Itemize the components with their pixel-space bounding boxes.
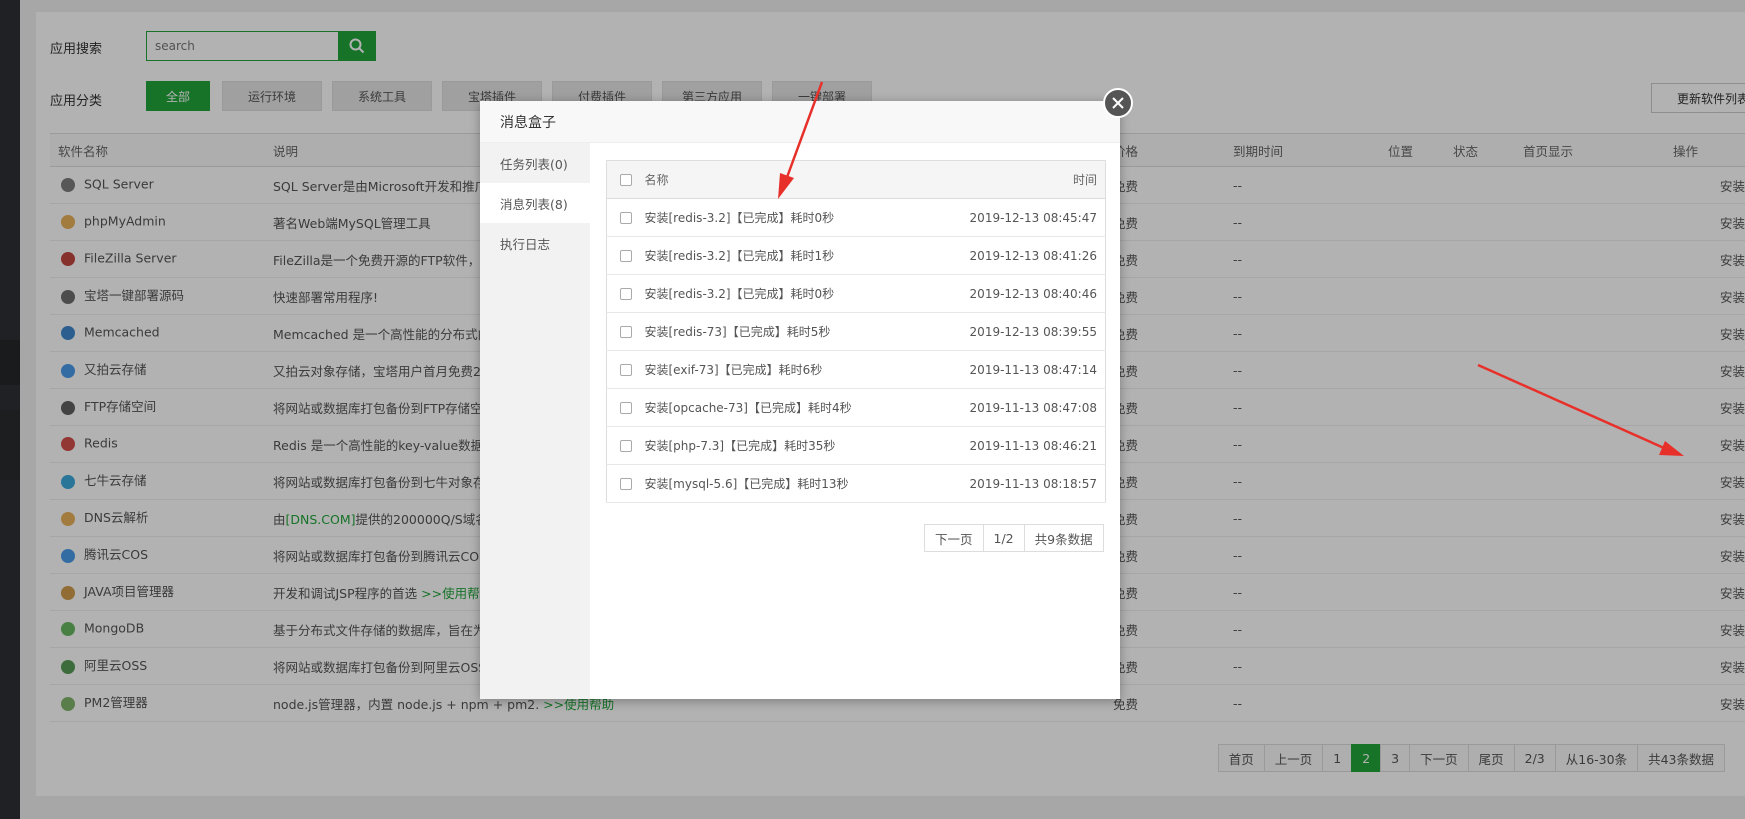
annotation-arrows xyxy=(778,81,1684,456)
arrow-annotation-top xyxy=(778,81,824,199)
arrow-annotation-right xyxy=(1477,363,1684,456)
